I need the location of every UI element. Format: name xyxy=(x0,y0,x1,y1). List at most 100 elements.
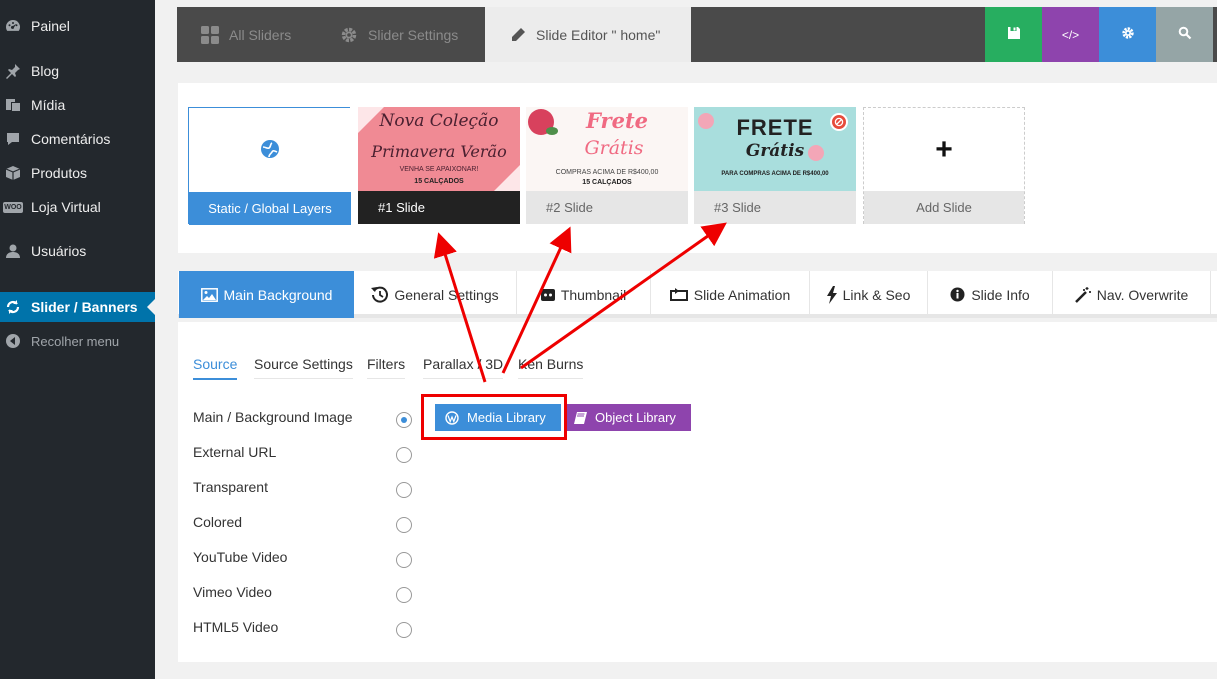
subtab-parallax-3d[interactable]: Parallax / 3D xyxy=(423,356,504,379)
slide-thumbnail: FRETE Grátis PARA COMPRAS ACIMA DE R$400… xyxy=(694,107,856,191)
sidebar-item-label: Mídia xyxy=(31,97,66,113)
sidebar-item-label: Recolher menu xyxy=(31,333,120,349)
woo-icon: WOO xyxy=(3,198,23,216)
sidebar-item-recolher-menu[interactable]: Recolher menu xyxy=(0,326,155,356)
thumb-subtitle: Grátis xyxy=(745,141,805,161)
radio-external-url[interactable] xyxy=(396,447,412,463)
thumb-tagline: VENHA SE APAIXONAR! xyxy=(399,166,479,173)
subtab-source[interactable]: Source xyxy=(193,356,238,380)
globe-icon xyxy=(260,139,280,162)
animation-icon xyxy=(669,287,688,302)
slide-label: #2 Slide xyxy=(526,191,688,224)
settings-button[interactable] xyxy=(1099,7,1156,62)
pin-icon xyxy=(4,62,22,80)
slide-3[interactable]: FRETE Grátis PARA COMPRAS ACIMA DE R$400… xyxy=(694,107,856,224)
subtab-filters[interactable]: Filters xyxy=(367,356,406,379)
slides-list: Static / Global Layers Nova Coleção Prim… xyxy=(178,83,1217,253)
tab-label: Slider Settings xyxy=(368,26,459,43)
slide-label: #3 Slide xyxy=(694,191,856,224)
thumb-title: Nova Coleção xyxy=(379,111,499,131)
sidebar-item-slider-banners[interactable]: Slider / Banners xyxy=(0,292,155,322)
plus-icon: + xyxy=(935,132,953,166)
thumb-subtitle: Grátis xyxy=(584,137,644,159)
annotation-highlight-box xyxy=(421,394,567,440)
sidebar-item-label: Loja Virtual xyxy=(31,199,101,215)
sidebar-item-label: Blog xyxy=(31,63,60,79)
radio-transparent[interactable] xyxy=(396,482,412,498)
gear-icon xyxy=(1121,26,1135,43)
sidebar-item-painel[interactable]: Painel xyxy=(0,11,155,41)
radio-main-background-image[interactable] xyxy=(396,412,412,428)
thumb-tagline: PARA COMPRAS ACIMA DE R$400,00 xyxy=(721,171,829,177)
radio-html5-video[interactable] xyxy=(396,622,412,638)
wand-icon xyxy=(1074,286,1091,303)
grid-icon xyxy=(201,25,219,44)
tab-label: Thumbnail xyxy=(560,286,627,303)
tab-label: Link & Seo xyxy=(842,286,911,303)
radio-youtube-video[interactable] xyxy=(396,552,412,568)
tab-thumbnail[interactable]: Thumbnail xyxy=(517,271,651,318)
save-icon xyxy=(1007,26,1021,43)
slide-label: #1 Slide xyxy=(358,191,520,224)
slide-thumbnail xyxy=(189,108,351,192)
dashboard-icon xyxy=(4,17,22,35)
subtab-source-settings[interactable]: Source Settings xyxy=(254,356,353,379)
tab-label: Slide Animation xyxy=(693,286,791,303)
slider-toolbar: All Sliders Slider Settings Slide Editor… xyxy=(177,7,1217,62)
tab-general-settings[interactable]: General Settings xyxy=(354,271,517,318)
sidebar-item-loja-virtual[interactable]: WOO Loja Virtual xyxy=(0,192,155,222)
tab-label: General Settings xyxy=(394,286,499,303)
sidebar-item-midia[interactable]: Mídia xyxy=(0,90,155,120)
static-global-layers-slide[interactable]: Static / Global Layers xyxy=(188,107,351,225)
refresh-icon xyxy=(4,298,22,316)
slide-label: Static / Global Layers xyxy=(189,192,351,225)
sidebar-item-label: Usuários xyxy=(31,243,87,259)
object-library-button[interactable]: Object Library xyxy=(565,404,691,431)
media-icon xyxy=(4,96,22,114)
slide-label: Add Slide xyxy=(864,191,1024,224)
thumb-title: Frete xyxy=(585,108,649,133)
sidebar-item-comentarios[interactable]: Comentários xyxy=(0,124,155,154)
tab-nav-overwrite[interactable]: Nav. Overwrite xyxy=(1053,271,1211,318)
tab-link-seo[interactable]: Link & Seo xyxy=(810,271,928,318)
tab-slide-info[interactable]: Slide Info xyxy=(928,271,1053,318)
thumb-brand: 15 CALÇADOS xyxy=(582,179,632,186)
sidebar-item-produtos[interactable]: Produtos xyxy=(0,158,155,188)
main-background-panel: Source Source Settings Filters Parallax … xyxy=(178,322,1217,662)
sidebar-item-label: Comentários xyxy=(31,131,111,147)
code-button[interactable]: </> xyxy=(1042,7,1099,62)
search-button[interactable] xyxy=(1156,7,1213,62)
add-slide-button[interactable]: + Add Slide xyxy=(863,107,1025,224)
slide-settings-tabs: Main Background General Settings Thumbna… xyxy=(178,271,1217,318)
image-icon xyxy=(200,287,218,302)
woo-badge: WOO xyxy=(3,201,23,213)
box-icon xyxy=(4,164,22,182)
save-button[interactable] xyxy=(985,7,1042,62)
delete-slide-icon[interactable] xyxy=(830,113,848,131)
gear-icon xyxy=(340,26,358,44)
tab-label: Nav. Overwrite xyxy=(1096,286,1189,303)
pencil-icon xyxy=(510,27,526,43)
tab-slide-editor[interactable]: Slide Editor " home" xyxy=(485,7,691,62)
sidebar-item-label: Slider / Banners xyxy=(31,299,138,315)
slide-thumbnail: Nova Coleção Primavera Verão VENHA SE AP… xyxy=(358,107,520,191)
tab-label: Slide Editor " home" xyxy=(536,26,661,43)
bolt-icon xyxy=(826,285,837,304)
subtab-ken-burns[interactable]: Ken Burns xyxy=(518,356,584,379)
user-icon xyxy=(4,242,22,260)
tab-slider-settings[interactable]: Slider Settings xyxy=(340,7,458,62)
radio-colored[interactable] xyxy=(396,517,412,533)
sidebar-item-blog[interactable]: Blog xyxy=(0,56,155,86)
sidebar-item-usuarios[interactable]: Usuários xyxy=(0,236,155,266)
radio-vimeo-video[interactable] xyxy=(396,587,412,603)
thumb-tagline: COMPRAS ACIMA DE R$400,00 xyxy=(555,169,659,176)
slide-2[interactable]: Frete Grátis COMPRAS ACIMA DE R$400,00 1… xyxy=(526,107,688,224)
tab-main-background[interactable]: Main Background xyxy=(179,271,354,318)
tab-slide-animation[interactable]: Slide Animation xyxy=(651,271,810,318)
slide-1[interactable]: Nova Coleção Primavera Verão VENHA SE AP… xyxy=(358,107,520,224)
tab-all-sliders[interactable]: All Sliders xyxy=(201,7,291,62)
search-icon xyxy=(1178,26,1192,43)
code-icon: </> xyxy=(1061,27,1080,42)
thumb-brand: 15 CALÇADOS xyxy=(414,178,464,185)
tab-label: Main Background xyxy=(223,286,333,303)
